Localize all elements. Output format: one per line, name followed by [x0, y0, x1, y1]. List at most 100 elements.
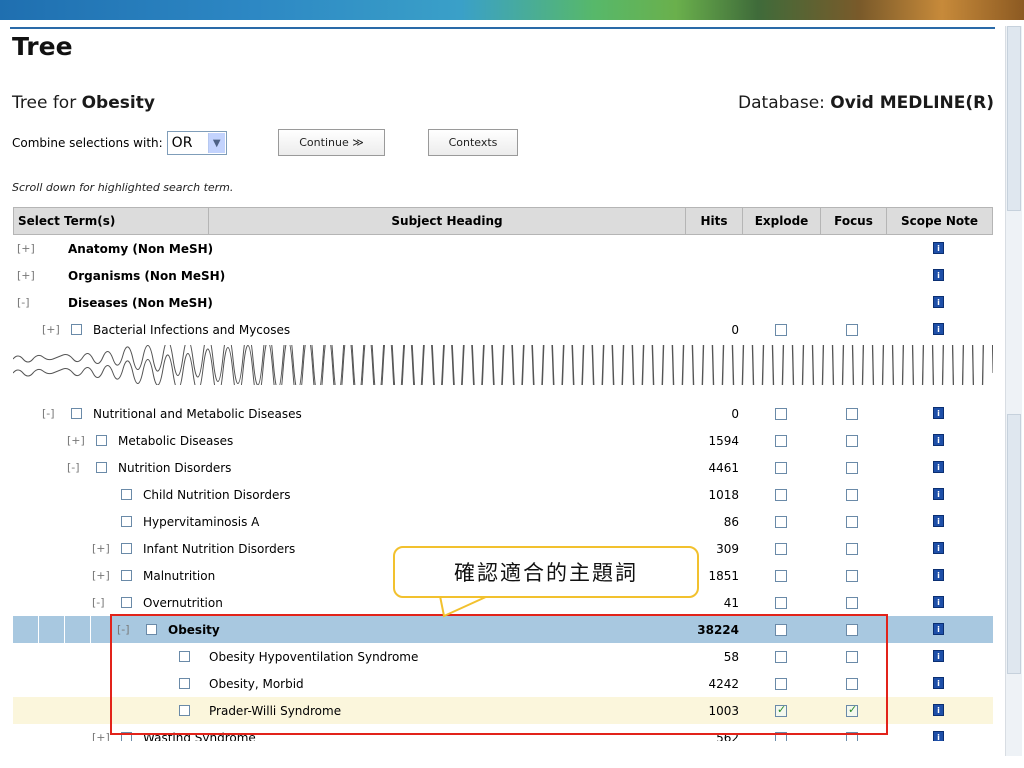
table-row: [+] Anatomy (Non MeSH) i: [13, 235, 993, 262]
scrollbar-thumb-bottom[interactable]: [1007, 414, 1021, 674]
expand-toggle[interactable]: [+]: [92, 535, 110, 562]
row-separator: [64, 616, 65, 643]
row-hits: 0: [731, 406, 739, 421]
database-name: Ovid MEDLINE(R): [830, 93, 994, 113]
select-checkbox[interactable]: [71, 408, 82, 419]
row-label: Anatomy (Non MeSH): [68, 241, 214, 256]
info-icon[interactable]: i: [933, 569, 944, 581]
contexts-button[interactable]: Contexts: [428, 129, 518, 156]
row-hits: 1594: [708, 433, 739, 448]
page-title: Tree: [12, 32, 73, 61]
combine-selected-value: OR: [171, 135, 193, 151]
expand-toggle[interactable]: [-]: [67, 454, 80, 481]
database-label: Database: Ovid MEDLINE(R): [738, 93, 994, 113]
focus-checkbox[interactable]: [846, 408, 858, 420]
select-checkbox[interactable]: [96, 435, 107, 446]
row-hits: 4461: [708, 460, 739, 475]
explode-checkbox[interactable]: [775, 324, 787, 336]
table-row: Child Nutrition Disorders 1018 i: [13, 481, 993, 508]
explode-checkbox[interactable]: [775, 462, 787, 474]
info-icon[interactable]: i: [933, 488, 944, 500]
focus-checkbox[interactable]: [846, 543, 858, 555]
combine-row: Combine selections with: OR ▼: [12, 129, 227, 157]
explode-checkbox[interactable]: [775, 516, 787, 528]
scroll-hint: Scroll down for highlighted search term.: [12, 181, 234, 194]
info-icon[interactable]: i: [933, 407, 944, 419]
scrollbar-thumb-top[interactable]: [1007, 26, 1021, 211]
select-checkbox[interactable]: [121, 516, 132, 527]
info-icon[interactable]: i: [933, 296, 944, 308]
explode-checkbox[interactable]: [775, 489, 787, 501]
info-icon[interactable]: i: [933, 623, 944, 635]
focus-checkbox[interactable]: [846, 516, 858, 528]
annotation-callout: 確認適合的主題詞: [393, 546, 699, 598]
header-focus: Focus: [821, 208, 887, 234]
info-icon[interactable]: i: [933, 704, 944, 716]
banner-divider: [10, 27, 995, 29]
top-banner: [0, 0, 1024, 20]
row-label: Infant Nutrition Disorders: [143, 541, 296, 556]
explode-checkbox[interactable]: [775, 570, 787, 582]
expand-toggle[interactable]: [+]: [42, 316, 60, 343]
select-checkbox[interactable]: [121, 570, 132, 581]
expand-toggle[interactable]: [+]: [92, 724, 110, 741]
row-hits: 0: [731, 322, 739, 337]
focus-checkbox[interactable]: [846, 462, 858, 474]
info-icon[interactable]: i: [933, 323, 944, 335]
expand-toggle[interactable]: [-]: [17, 289, 30, 316]
info-icon[interactable]: i: [933, 269, 944, 281]
table-row: [-] Diseases (Non MeSH) i: [13, 289, 993, 316]
expand-toggle[interactable]: [+]: [17, 262, 35, 289]
focus-checkbox[interactable]: [846, 435, 858, 447]
row-label: Malnutrition: [143, 568, 216, 583]
info-icon[interactable]: i: [933, 596, 944, 608]
page-scrollbar[interactable]: [1005, 26, 1022, 756]
info-icon[interactable]: i: [933, 242, 944, 254]
expand-toggle[interactable]: [+]: [92, 562, 110, 589]
table-header: Select Term(s) Subject Heading Hits Expl…: [13, 207, 993, 235]
focus-checkbox[interactable]: [846, 324, 858, 336]
tree-for-term: Obesity: [81, 93, 155, 113]
row-label: Child Nutrition Disorders: [143, 487, 291, 502]
row-label: Organisms (Non MeSH): [68, 268, 226, 283]
table-row: [-] Nutrition Disorders 4461 i: [13, 454, 993, 481]
tree-for-heading: Tree for Obesity: [12, 93, 155, 113]
focus-checkbox[interactable]: [846, 489, 858, 501]
chevron-down-icon[interactable]: ▼: [207, 133, 225, 153]
header-subject-heading: Subject Heading: [209, 208, 686, 234]
row-hits: 1018: [708, 487, 739, 502]
explode-checkbox[interactable]: [775, 435, 787, 447]
combine-label: Combine selections with:: [12, 136, 163, 150]
expand-toggle[interactable]: [+]: [67, 427, 85, 454]
info-icon[interactable]: i: [933, 677, 944, 689]
header-scope-note: Scope Note: [900, 214, 979, 228]
explode-checkbox[interactable]: [775, 597, 787, 609]
continue-button[interactable]: Continue ≫: [278, 129, 385, 156]
select-checkbox[interactable]: [71, 324, 82, 335]
info-icon[interactable]: i: [933, 731, 944, 741]
combine-select[interactable]: OR ▼: [166, 131, 227, 155]
select-checkbox[interactable]: [121, 489, 132, 500]
database-prefix: Database:: [738, 93, 831, 113]
expand-toggle[interactable]: [+]: [17, 235, 35, 262]
info-icon[interactable]: i: [933, 461, 944, 473]
header-explode: Explode: [743, 208, 821, 234]
expand-toggle[interactable]: [-]: [92, 589, 105, 616]
focus-checkbox[interactable]: [846, 570, 858, 582]
header-select-terms: Select Term(s): [14, 208, 209, 234]
select-checkbox[interactable]: [96, 462, 107, 473]
explode-checkbox[interactable]: [775, 543, 787, 555]
select-checkbox[interactable]: [121, 543, 132, 554]
explode-checkbox[interactable]: [775, 408, 787, 420]
expand-toggle[interactable]: [-]: [42, 400, 55, 427]
info-icon[interactable]: i: [933, 542, 944, 554]
info-icon[interactable]: i: [933, 650, 944, 662]
row-separator: [90, 616, 91, 643]
row-separator: [38, 616, 39, 643]
focus-checkbox[interactable]: [846, 597, 858, 609]
info-icon[interactable]: i: [933, 434, 944, 446]
table-row: [+] Metabolic Diseases 1594 i: [13, 427, 993, 454]
select-checkbox[interactable]: [121, 597, 132, 608]
info-icon[interactable]: i: [933, 515, 944, 527]
table-row: [+] Organisms (Non MeSH) i: [13, 262, 993, 289]
